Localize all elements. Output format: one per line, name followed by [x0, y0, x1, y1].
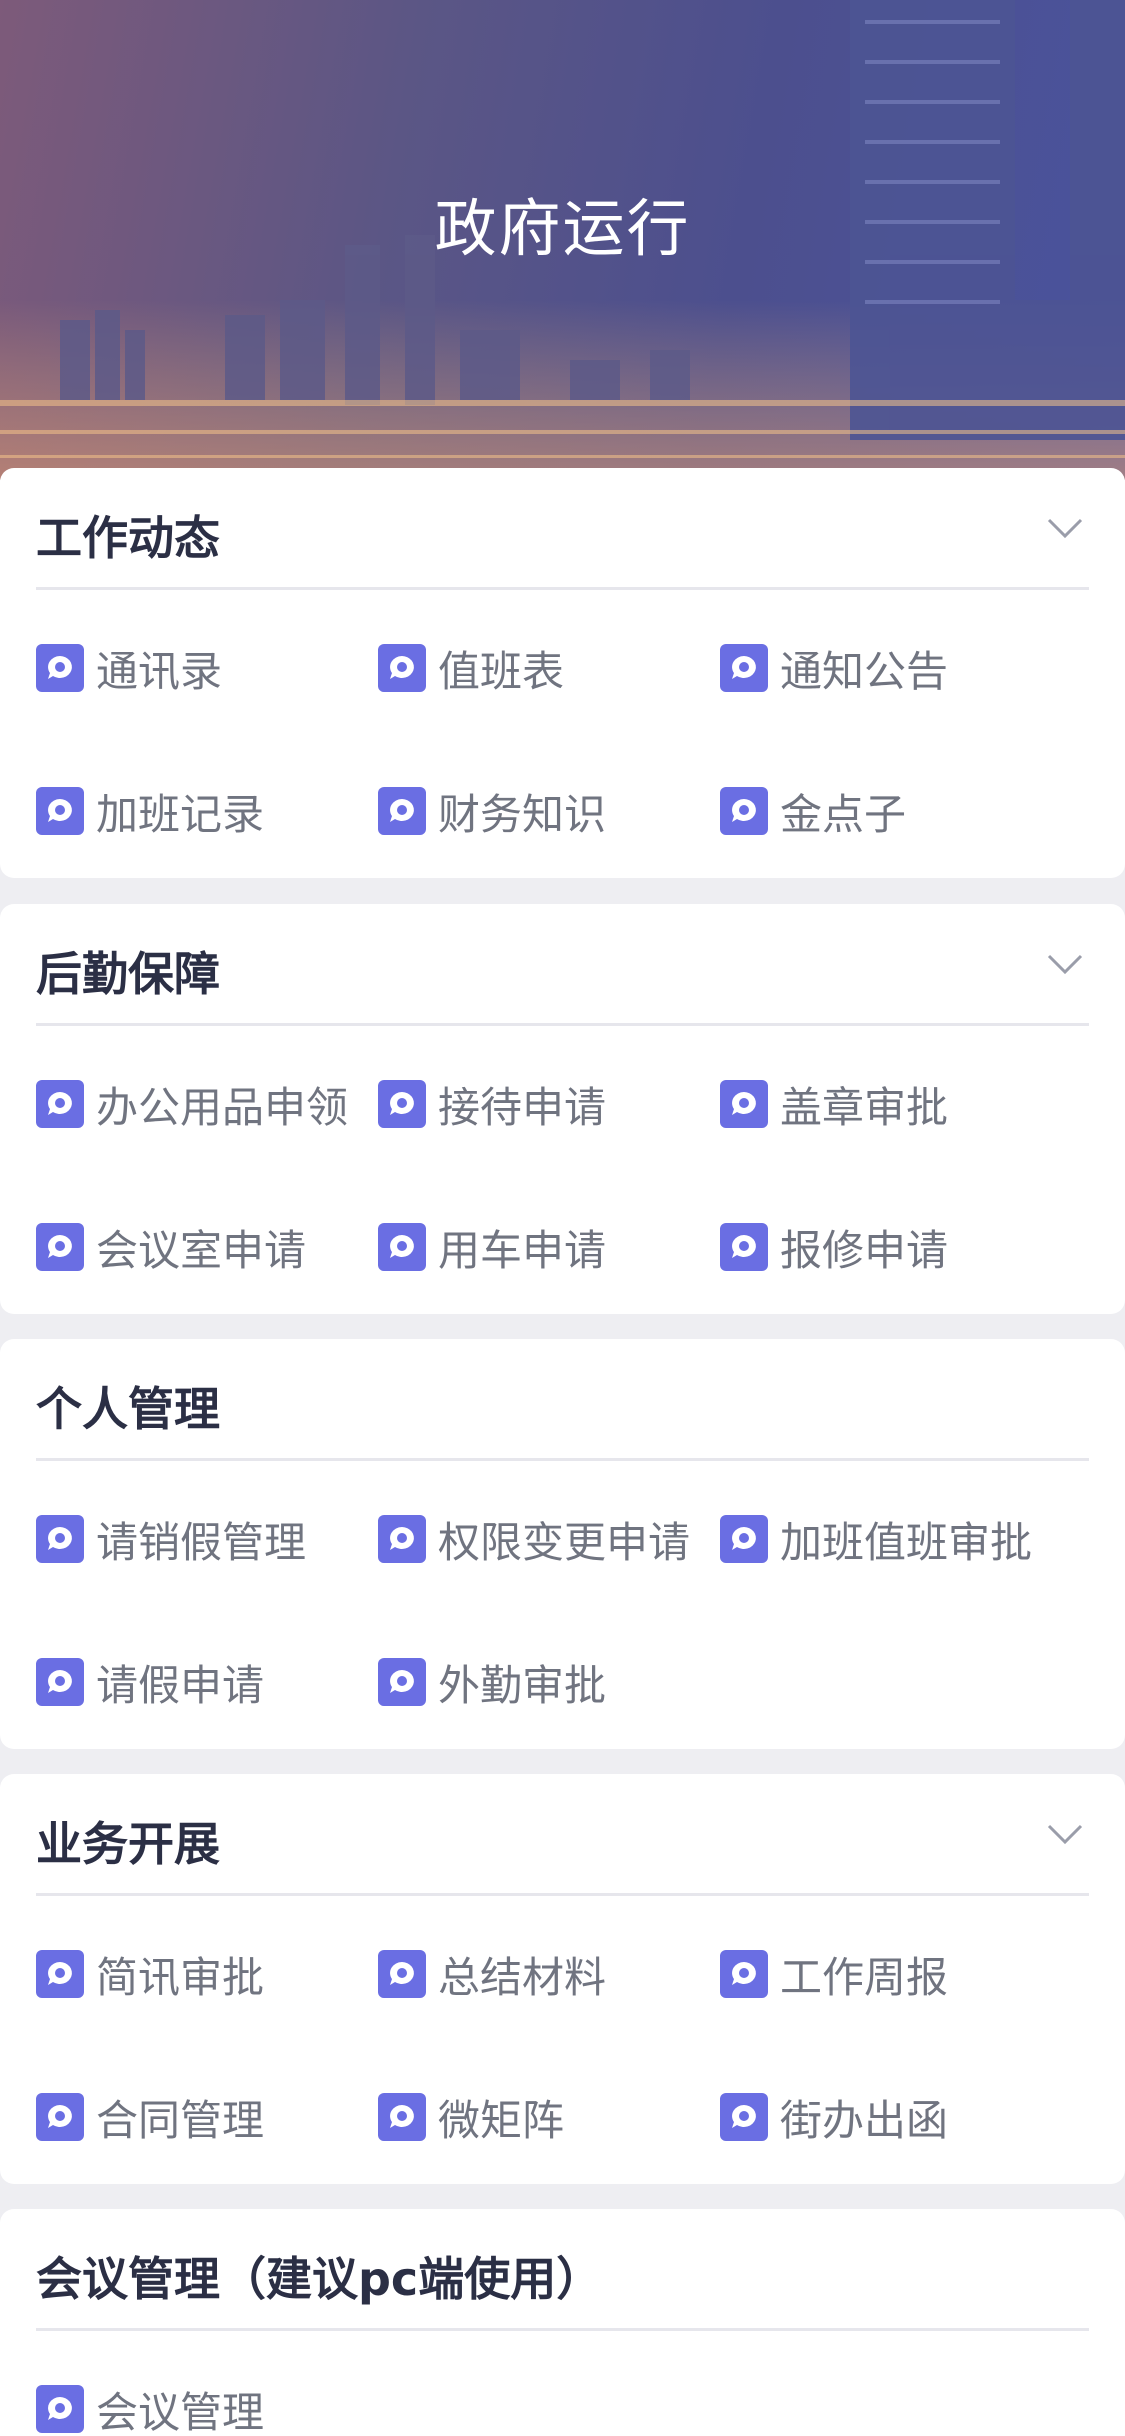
menu-item[interactable]: 加班值班审批 — [720, 1509, 1032, 1569]
menu-item[interactable]: 街办出函 — [720, 2087, 948, 2147]
menu-item[interactable]: 金点子 — [720, 781, 906, 841]
chat-bubble-icon — [720, 2093, 768, 2141]
chevron-down-icon[interactable] — [1047, 516, 1083, 540]
chat-bubble-icon — [36, 1950, 84, 1998]
chat-bubble-icon — [720, 1223, 768, 1271]
menu-item-label: 请销假管理 — [96, 1517, 307, 1567]
chat-bubble-icon — [378, 1515, 426, 1563]
chat-bubble-icon — [36, 2093, 84, 2141]
chat-bubble-icon — [720, 1080, 768, 1128]
menu-item[interactable]: 简讯审批 — [36, 1944, 264, 2004]
section-title: 后勤保障 — [36, 947, 220, 1001]
chat-bubble-icon — [36, 1223, 84, 1271]
menu-item[interactable]: 工作周报 — [720, 1944, 948, 2004]
chat-bubble-icon — [36, 1515, 84, 1563]
menu-item-label: 值班表 — [438, 646, 565, 696]
chat-bubble-icon — [36, 787, 84, 835]
menu-item-label: 通讯录 — [96, 646, 223, 696]
menu-item-label: 工作周报 — [780, 1952, 949, 2002]
menu-item[interactable]: 请销假管理 — [36, 1509, 306, 1569]
chat-bubble-icon — [720, 787, 768, 835]
chat-bubble-icon — [36, 644, 84, 692]
section-title: 个人管理 — [36, 1382, 220, 1436]
chat-bubble-icon — [378, 787, 426, 835]
chat-bubble-icon — [720, 1950, 768, 1998]
section-card: 后勤保障办公用品申领 接待申请 盖章审批会议室申请 用车申请 报修申请 — [0, 904, 1125, 1314]
menu-item-label: 通知公告 — [780, 646, 949, 696]
section-card: 工作动态通讯录 值班表 通知公告加班记录 财务知识 金点子 — [0, 468, 1125, 878]
chat-bubble-icon — [720, 644, 768, 692]
menu-item[interactable]: 盖章审批 — [720, 1074, 948, 1134]
section-title: 会议管理（建议pc端使用） — [36, 2252, 603, 2306]
menu-item[interactable]: 接待申请 — [378, 1074, 606, 1134]
menu-item-label: 办公用品申领 — [96, 1082, 349, 1132]
menu-item-label: 请假申请 — [96, 1660, 265, 1710]
section-header[interactable]: 后勤保障 — [36, 904, 1089, 1026]
menu-item-label: 权限变更申请 — [438, 1517, 691, 1567]
chat-bubble-icon — [36, 2385, 84, 2433]
menu-item-label: 会议室申请 — [96, 1225, 307, 1275]
menu-item[interactable]: 会议管理 — [36, 2379, 264, 2436]
menu-item[interactable]: 总结材料 — [378, 1944, 606, 2004]
menu-item[interactable]: 值班表 — [378, 638, 564, 698]
menu-item-label: 总结材料 — [438, 1952, 607, 2002]
chat-bubble-icon — [36, 1080, 84, 1128]
chat-bubble-icon — [378, 2093, 426, 2141]
menu-item-label: 会议管理 — [96, 2387, 265, 2436]
menu-item[interactable]: 通知公告 — [720, 638, 948, 698]
chevron-down-icon[interactable] — [1047, 1822, 1083, 1846]
menu-item[interactable]: 用车申请 — [378, 1217, 606, 1277]
menu-item-label: 财务知识 — [438, 789, 607, 839]
section-header: 个人管理 — [36, 1339, 1089, 1461]
menu-item-label: 接待申请 — [438, 1082, 607, 1132]
menu-item[interactable]: 请假申请 — [36, 1652, 264, 1712]
menu-item-label: 金点子 — [780, 789, 907, 839]
section-card: 会议管理（建议pc端使用） 会议管理 — [0, 2209, 1125, 2436]
section-card: 业务开展简讯审批 总结材料 工作周报合同管理 微矩阵 街办出函 — [0, 1774, 1125, 2184]
chat-bubble-icon — [378, 1950, 426, 1998]
section-card: 个人管理请销假管理 权限变更申请 加班值班审批请假申请 外勤审批 — [0, 1339, 1125, 1749]
menu-item-label: 街办出函 — [780, 2095, 949, 2145]
menu-item[interactable]: 外勤审批 — [378, 1652, 606, 1712]
menu-item-label: 加班值班审批 — [780, 1517, 1033, 1567]
section-title: 业务开展 — [36, 1817, 220, 1871]
menu-item-label: 加班记录 — [96, 789, 265, 839]
header-banner: 政府运行 — [0, 0, 1125, 480]
chat-bubble-icon — [378, 1658, 426, 1706]
menu-item-label: 报修申请 — [780, 1225, 949, 1275]
menu-item-label: 合同管理 — [96, 2095, 265, 2145]
chat-bubble-icon — [378, 1080, 426, 1128]
menu-item[interactable]: 微矩阵 — [378, 2087, 564, 2147]
menu-item-label: 盖章审批 — [780, 1082, 949, 1132]
menu-item[interactable]: 会议室申请 — [36, 1217, 306, 1277]
chat-bubble-icon — [36, 1658, 84, 1706]
menu-item[interactable]: 报修申请 — [720, 1217, 948, 1277]
chat-bubble-icon — [720, 1515, 768, 1563]
chevron-down-icon[interactable] — [1047, 952, 1083, 976]
menu-item-label: 微矩阵 — [438, 2095, 565, 2145]
menu-item[interactable]: 加班记录 — [36, 781, 264, 841]
menu-item[interactable]: 财务知识 — [378, 781, 606, 841]
menu-item-label: 外勤审批 — [438, 1660, 607, 1710]
section-title: 工作动态 — [36, 511, 220, 565]
section-header[interactable]: 业务开展 — [36, 1774, 1089, 1896]
menu-item[interactable]: 办公用品申领 — [36, 1074, 348, 1134]
menu-item[interactable]: 权限变更申请 — [378, 1509, 690, 1569]
menu-item-label: 简讯审批 — [96, 1952, 265, 2002]
section-header: 会议管理（建议pc端使用） — [36, 2209, 1089, 2331]
chat-bubble-icon — [378, 1223, 426, 1271]
chat-bubble-icon — [378, 644, 426, 692]
section-header[interactable]: 工作动态 — [36, 468, 1089, 590]
menu-item[interactable]: 通讯录 — [36, 638, 222, 698]
menu-item-label: 用车申请 — [438, 1225, 607, 1275]
page-title: 政府运行 — [434, 192, 691, 265]
menu-item[interactable]: 合同管理 — [36, 2087, 264, 2147]
